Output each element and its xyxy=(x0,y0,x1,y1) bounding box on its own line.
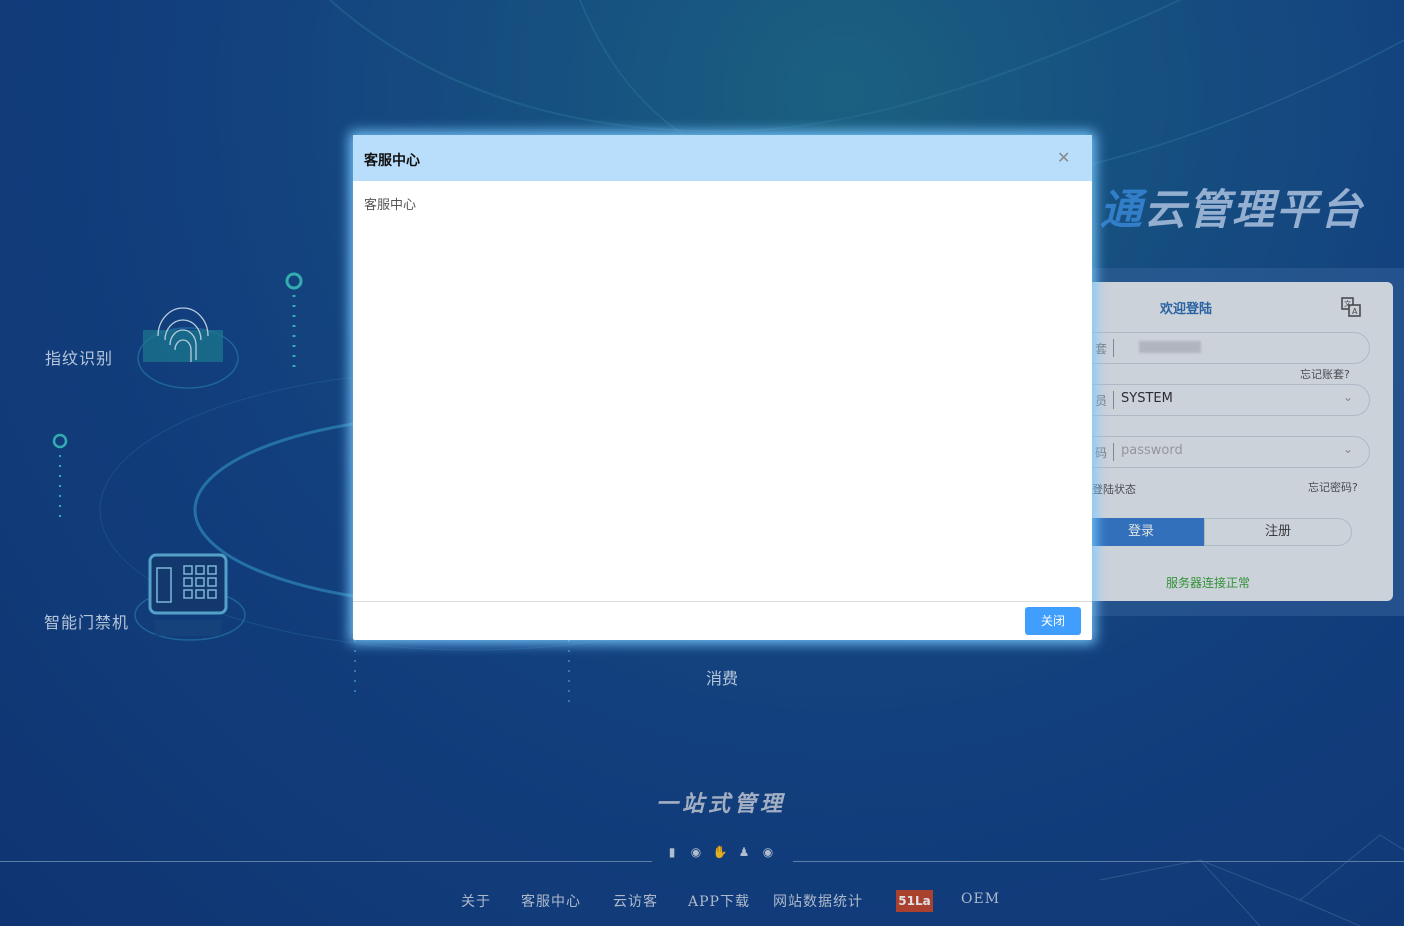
dialog-body: 客服中心 xyxy=(364,198,417,213)
customer-service-dialog: 客服中心 ✕ 客服中心 关闭 xyxy=(353,135,1092,640)
dialog-footer-divider xyxy=(353,601,1092,602)
dialog-title: 客服中心 xyxy=(364,153,420,169)
close-icon[interactable]: ✕ xyxy=(1057,148,1070,167)
dialog-header: 客服中心 ✕ xyxy=(353,135,1092,181)
dialog-close-button[interactable]: 关闭 xyxy=(1025,607,1081,635)
